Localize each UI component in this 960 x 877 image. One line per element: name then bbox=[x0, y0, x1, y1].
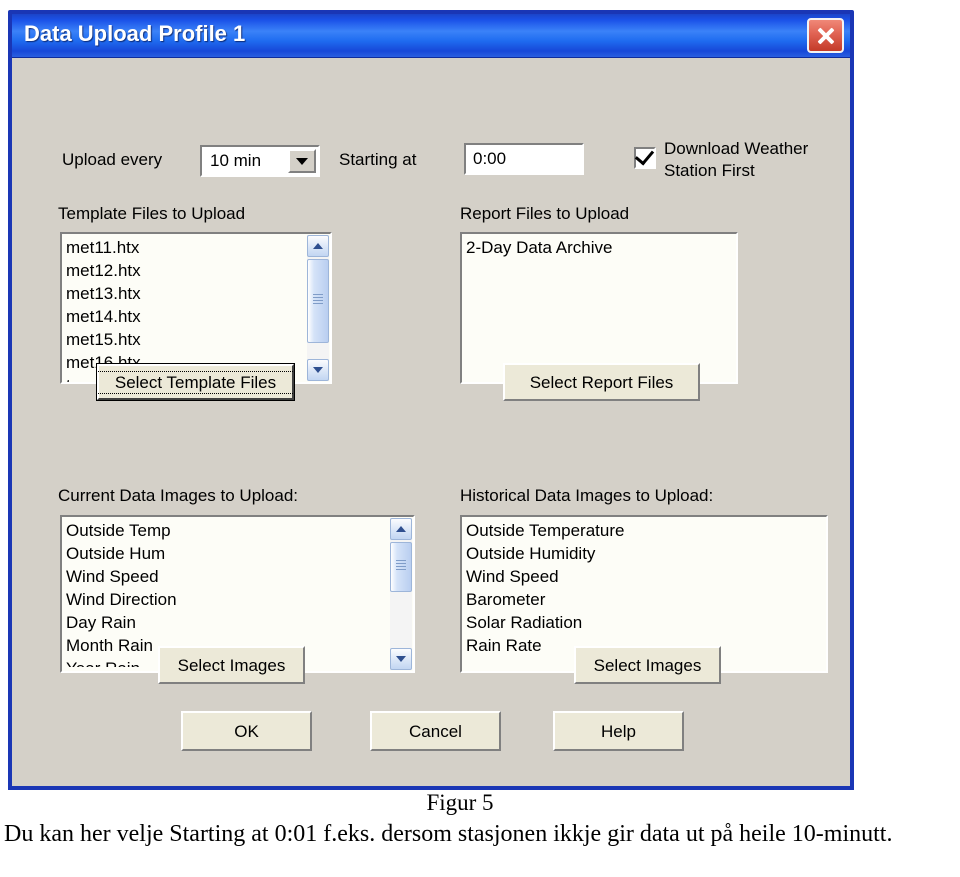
title-bar: Data Upload Profile 1 bbox=[12, 14, 850, 58]
list-item[interactable]: Solar Radiation bbox=[466, 611, 822, 634]
list-item[interactable]: met15.htx bbox=[66, 328, 310, 351]
upload-interval-value: 10 min bbox=[210, 151, 262, 170]
close-icon[interactable] bbox=[807, 18, 844, 53]
current-images-items: Outside Temp Outside Hum Wind Speed Wind… bbox=[66, 519, 393, 667]
select-template-files-label: Select Template Files bbox=[96, 370, 295, 394]
chevron-down-glyph bbox=[313, 367, 323, 373]
list-item[interactable]: met12.htx bbox=[66, 259, 310, 282]
list-item[interactable]: Wind Direction bbox=[66, 588, 393, 611]
select-current-images-button[interactable]: Select Images bbox=[158, 646, 305, 684]
report-files-label: Report Files to Upload bbox=[460, 204, 630, 223]
chevron-down-icon[interactable] bbox=[390, 648, 412, 670]
cancel-button-label: Cancel bbox=[409, 721, 462, 741]
figure-number: Figur 5 bbox=[426, 790, 494, 815]
upload-interval-select[interactable]: 10 min bbox=[200, 145, 320, 177]
list-item[interactable]: Wind Speed bbox=[66, 565, 393, 588]
list-item[interactable]: Outside Hum bbox=[66, 542, 393, 565]
historical-images-label: Historical Data Images to Upload: bbox=[460, 486, 714, 505]
current-images-label: Current Data Images to Upload: bbox=[58, 486, 299, 505]
select-template-files-button[interactable]: Select Template Files bbox=[96, 364, 295, 400]
list-item[interactable]: met14.htx bbox=[66, 305, 310, 328]
starting-at-input[interactable] bbox=[464, 143, 584, 175]
chevron-down-icon[interactable] bbox=[288, 149, 316, 173]
list-item[interactable]: Barometer bbox=[466, 588, 822, 611]
figure-caption: Figur 5 Du kan her velje Starting at 0:0… bbox=[0, 790, 960, 850]
upload-every-label: Upload every bbox=[62, 150, 163, 169]
starting-at-label: Starting at bbox=[339, 150, 417, 169]
historical-images-items: Outside Temperature Outside Humidity Win… bbox=[466, 519, 822, 657]
dialog-client-area: Upload every 10 min Starting at Download… bbox=[12, 58, 850, 786]
select-historical-images-label: Select Images bbox=[593, 655, 702, 675]
chevron-up-glyph bbox=[313, 243, 323, 249]
window-title: Data Upload Profile 1 bbox=[24, 21, 246, 46]
template-files-scrollbar[interactable] bbox=[307, 235, 329, 381]
current-images-scrollbar[interactable] bbox=[390, 518, 412, 670]
select-report-files-button[interactable]: Select Report Files bbox=[503, 363, 700, 401]
scroll-thumb-grip bbox=[396, 560, 406, 574]
list-item[interactable]: Wind Speed bbox=[466, 565, 822, 588]
help-button-label: Help bbox=[601, 721, 636, 741]
ok-button-label: OK bbox=[234, 721, 259, 741]
list-item[interactable]: Day Rain bbox=[66, 611, 393, 634]
list-item[interactable]: 2-Day Data Archive bbox=[466, 236, 732, 259]
chevron-down-glyph bbox=[396, 656, 406, 662]
chevron-up-icon[interactable] bbox=[390, 518, 412, 540]
download-weather-checkbox[interactable] bbox=[634, 145, 656, 169]
check-icon bbox=[634, 145, 655, 166]
scroll-thumb-grip bbox=[313, 294, 323, 308]
caption-text: Du kan her velje Starting at 0:01 f.eks.… bbox=[4, 821, 893, 847]
download-weather-label: Download Weather Station First bbox=[664, 139, 809, 180]
scrollbar-thumb[interactable] bbox=[390, 542, 412, 592]
cancel-button[interactable]: Cancel bbox=[370, 711, 501, 751]
chevron-up-glyph bbox=[396, 526, 406, 532]
report-files-listbox[interactable]: 2-Day Data Archive bbox=[460, 232, 738, 384]
list-item[interactable]: Outside Temperature bbox=[466, 519, 822, 542]
template-files-listbox[interactable]: met11.htx met12.htx met13.htx met14.htx … bbox=[60, 232, 332, 384]
list-item[interactable]: met13.htx bbox=[66, 282, 310, 305]
chevron-down-icon[interactable] bbox=[307, 359, 329, 381]
data-upload-profile-dialog: Data Upload Profile 1 Upload every 10 mi… bbox=[8, 10, 854, 790]
scrollbar-thumb[interactable] bbox=[307, 259, 329, 343]
select-report-files-label: Select Report Files bbox=[529, 372, 674, 392]
ok-button[interactable]: OK bbox=[181, 711, 312, 751]
template-files-label: Template Files to Upload bbox=[58, 204, 246, 223]
help-button[interactable]: Help bbox=[553, 711, 684, 751]
list-item[interactable]: met11.htx bbox=[66, 236, 310, 259]
report-files-items: 2-Day Data Archive bbox=[466, 236, 732, 259]
select-current-images-label: Select Images bbox=[177, 655, 286, 675]
list-item[interactable]: Outside Humidity bbox=[466, 542, 822, 565]
chevron-up-icon[interactable] bbox=[307, 235, 329, 257]
select-historical-images-button[interactable]: Select Images bbox=[574, 646, 721, 684]
list-item[interactable]: Outside Temp bbox=[66, 519, 393, 542]
chevron-down-glyph bbox=[296, 158, 308, 165]
template-files-items: met11.htx met12.htx met13.htx met14.htx … bbox=[66, 236, 310, 382]
